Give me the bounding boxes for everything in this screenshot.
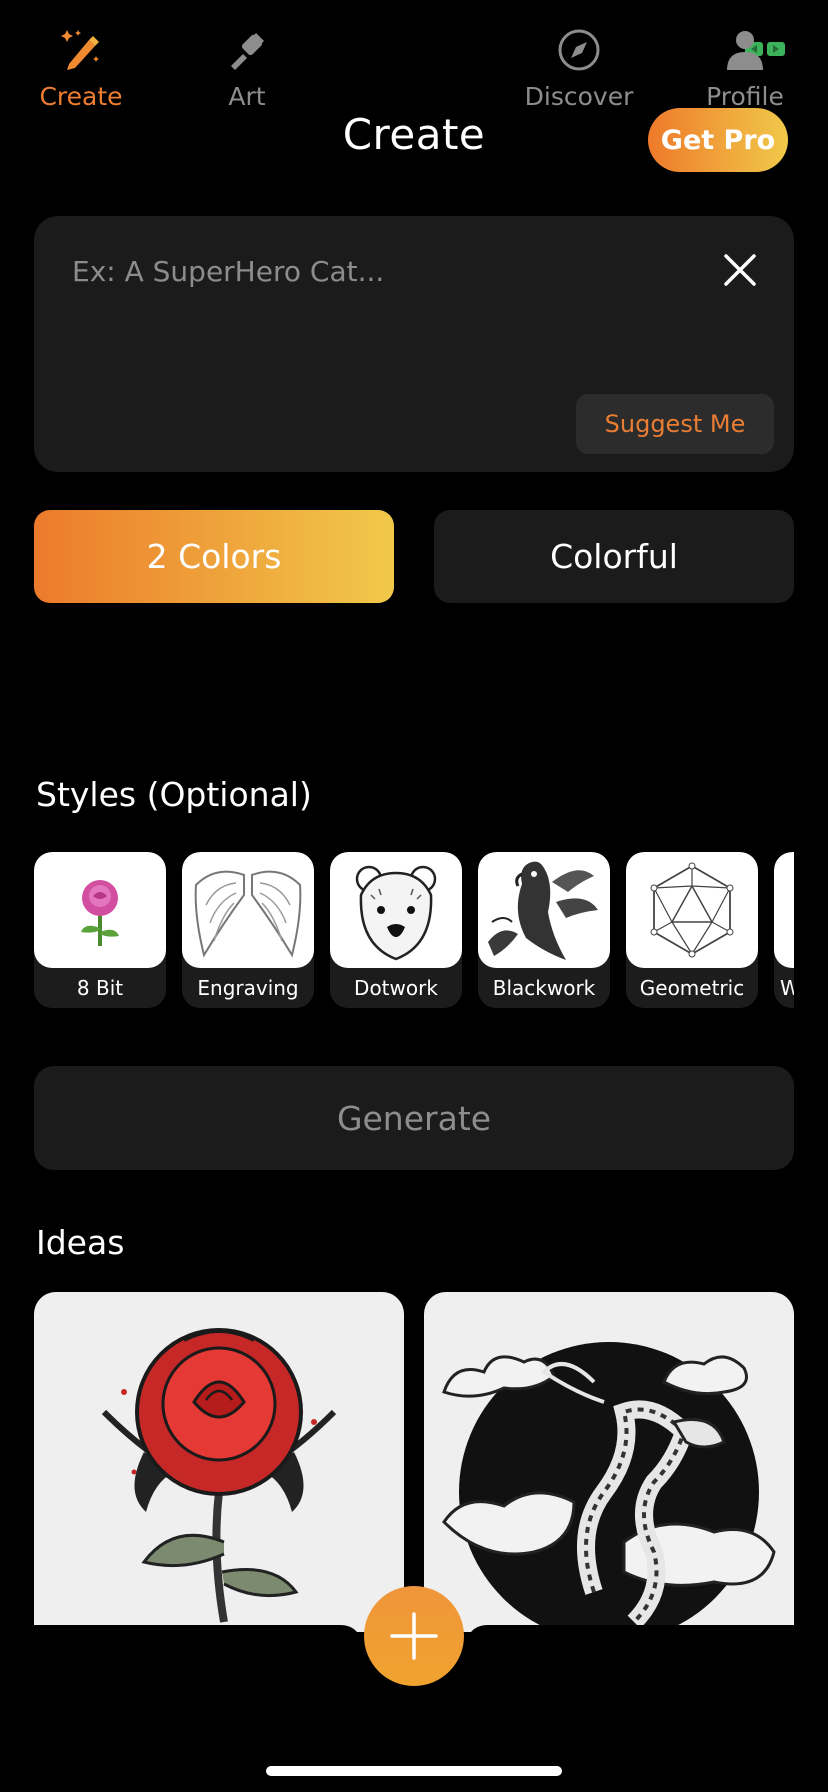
tab-discover[interactable]: Discover: [514, 28, 644, 111]
rose-tattoo-image: [101, 1328, 337, 1623]
plus-icon: [390, 1612, 438, 1660]
style-card-8-bit[interactable]: 8 Bit: [34, 852, 166, 1008]
magic-pen-icon: [61, 30, 99, 70]
prompt-box: Suggest Me: [34, 216, 794, 472]
style-card-dotwork[interactable]: Dotwork: [330, 852, 462, 1008]
bear-icon: [330, 852, 462, 968]
wings-icon: [182, 852, 314, 968]
style-label: 8 Bit: [76, 976, 124, 1000]
compass-icon: [558, 29, 600, 71]
tab-profile[interactable]: Profile: [680, 28, 810, 111]
style-card-blackwork[interactable]: Blackwork: [478, 852, 610, 1008]
generate-button[interactable]: Generate: [34, 1066, 794, 1170]
parrot-icon: [478, 852, 610, 968]
ideas-title: Ideas: [36, 1223, 125, 1262]
tab-create[interactable]: Create: [16, 28, 146, 111]
styles-title: Styles (Optional): [36, 775, 312, 814]
style-label: Blackwork: [492, 976, 596, 1000]
get-pro-button[interactable]: Get Pro: [648, 108, 788, 172]
idea-card-rose[interactable]: [34, 1292, 404, 1632]
rose-icon: [34, 852, 166, 968]
style-label: Dotwork: [354, 976, 438, 1000]
tab-create-label: Create: [39, 82, 123, 111]
tab-art[interactable]: Art: [182, 28, 312, 111]
partial-icon: [774, 852, 794, 968]
tab-art-label: Art: [228, 82, 266, 111]
style-card-geometric[interactable]: Geometric: [626, 852, 758, 1008]
geometric-icon: [626, 852, 758, 968]
add-button[interactable]: [364, 1586, 464, 1686]
style-label: Geometric: [639, 976, 745, 1000]
close-icon[interactable]: [722, 252, 758, 288]
tab-profile-label: Profile: [706, 82, 784, 111]
prompt-input[interactable]: [72, 246, 672, 296]
style-card-engraving[interactable]: Engraving: [182, 852, 314, 1008]
suggest-me-button[interactable]: Suggest Me: [576, 394, 774, 454]
style-card-partial[interactable]: W: [774, 852, 794, 1008]
person-icon: [727, 31, 763, 70]
tab-discover-label: Discover: [524, 82, 634, 111]
style-label: W: [780, 976, 794, 1000]
style-label: Engraving: [197, 976, 299, 1000]
styles-row: 8 Bit Engraving Dotwork Blackwork Geomet…: [34, 852, 794, 1010]
two-colors-button[interactable]: 2 Colors: [34, 510, 394, 603]
colorful-button[interactable]: Colorful: [434, 510, 794, 603]
idea-card-dragon[interactable]: [424, 1292, 794, 1632]
home-indicator: [266, 1766, 562, 1776]
tattoo-machine-icon: [231, 32, 265, 70]
dragon-tattoo-image: [442, 1342, 776, 1632]
